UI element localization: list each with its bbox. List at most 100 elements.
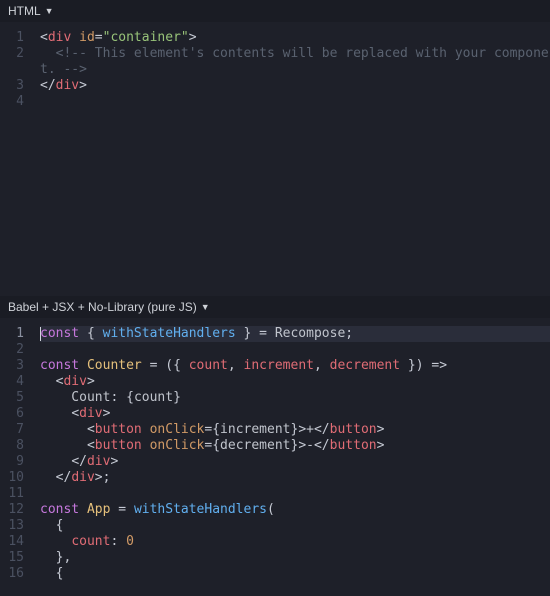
code-content[interactable]: const Counter = ({ count, increment, dec… <box>40 358 550 374</box>
code-token <box>400 358 408 373</box>
code-token: { <box>212 422 220 437</box>
code-token: div <box>63 374 86 389</box>
code-token: > <box>189 30 197 45</box>
code-line[interactable]: 4 <box>0 94 550 110</box>
code-content[interactable]: </div> <box>40 78 550 94</box>
line-number: 3 <box>0 78 40 94</box>
code-line[interactable]: 7 <button onClick={increment}>+</button> <box>0 422 550 438</box>
code-content[interactable]: const App = withStateHandlers( <box>40 502 550 518</box>
code-token <box>40 454 71 469</box>
code-line[interactable]: 12const App = withStateHandlers( <box>0 502 550 518</box>
code-token <box>40 46 56 61</box>
code-token: > <box>110 454 118 469</box>
js-panel: Babel + JSX + No-Library (pure JS) ▼ 1co… <box>0 296 550 594</box>
code-token: const <box>40 326 79 341</box>
line-number: 12 <box>0 502 40 518</box>
code-content[interactable]: </div>; <box>40 470 550 486</box>
js-panel-header[interactable]: Babel + JSX + No-Library (pure JS) ▼ <box>0 296 550 318</box>
code-content[interactable]: <button onClick={decrement}>-</button> <box>40 438 550 454</box>
code-token: increment <box>244 358 314 373</box>
html-panel: HTML ▼ 1<div id="container">2 <!-- This … <box>0 0 550 296</box>
code-token <box>40 406 71 421</box>
code-token: { <box>87 326 95 341</box>
code-token: - <box>306 438 314 453</box>
code-token: = <box>95 30 103 45</box>
code-line[interactable]: 2 <box>0 342 550 358</box>
code-line[interactable]: 9 </div> <box>0 454 550 470</box>
code-token <box>40 422 87 437</box>
line-number: 9 <box>0 454 40 470</box>
code-line[interactable]: 13 { <box>0 518 550 534</box>
code-content[interactable]: { <box>40 518 550 534</box>
code-line[interactable]: 6 <div> <box>0 406 550 422</box>
code-line[interactable]: 4 <div> <box>0 374 550 390</box>
code-token <box>126 502 134 517</box>
code-content[interactable]: Count: {count} <box>40 390 550 406</box>
code-token: count <box>189 358 228 373</box>
code-token <box>79 358 87 373</box>
code-content[interactable]: <!-- This element's contents will be rep… <box>40 46 550 62</box>
code-token: { <box>212 438 220 453</box>
code-token: { <box>56 566 64 581</box>
js-editor[interactable]: 1const { withStateHandlers } = Recompose… <box>0 318 550 594</box>
code-content[interactable]: <div> <box>40 406 550 422</box>
code-content[interactable]: t. --> <box>40 62 550 78</box>
code-token <box>251 326 259 341</box>
code-token: </ <box>40 78 56 93</box>
code-content[interactable]: <div> <box>40 374 550 390</box>
code-line[interactable]: 11 <box>0 486 550 502</box>
code-line[interactable]: 15 }, <box>0 550 550 566</box>
html-panel-header[interactable]: HTML ▼ <box>0 0 550 22</box>
code-token: ; <box>345 326 353 341</box>
code-content[interactable]: <div id="container"> <box>40 30 550 46</box>
code-token: < <box>71 406 79 421</box>
code-line[interactable]: 16 { <box>0 566 550 582</box>
line-number: 2 <box>0 46 40 62</box>
code-line[interactable]: 2 <!-- This element's contents will be r… <box>0 46 550 62</box>
code-token: button <box>330 422 377 437</box>
code-line[interactable]: 14 count: 0 <box>0 534 550 550</box>
code-content[interactable]: { <box>40 566 550 582</box>
code-line[interactable]: 3</div> <box>0 78 550 94</box>
code-token: div <box>71 470 94 485</box>
code-line[interactable]: 8 <button onClick={decrement}>-</button> <box>0 438 550 454</box>
code-line[interactable]: 10 </div>; <box>0 470 550 486</box>
code-content[interactable]: count: 0 <box>40 534 550 550</box>
code-token <box>40 566 56 581</box>
code-line[interactable]: 3const Counter = ({ count, increment, de… <box>0 358 550 374</box>
code-token <box>40 518 56 533</box>
code-token: div <box>87 454 110 469</box>
code-token: Count <box>40 390 110 405</box>
code-token: div <box>56 78 79 93</box>
code-content[interactable]: }, <box>40 550 550 566</box>
code-token <box>79 502 87 517</box>
code-content[interactable] <box>40 342 550 358</box>
code-line[interactable]: 5 Count: {count} <box>0 390 550 406</box>
code-content[interactable]: </div> <box>40 454 550 470</box>
code-line[interactable]: t. --> <box>0 62 550 78</box>
code-content[interactable]: const { withStateHandlers } = Recompose; <box>40 326 550 342</box>
code-line[interactable]: 1<div id="container"> <box>0 30 550 46</box>
html-editor[interactable]: 1<div id="container">2 <!-- This element… <box>0 22 550 294</box>
code-token: </ <box>314 422 330 437</box>
code-content[interactable]: <button onClick={increment}>+</button> <box>40 422 550 438</box>
line-number: 10 <box>0 470 40 486</box>
code-token: }, <box>56 550 72 565</box>
line-number: 16 <box>0 566 40 582</box>
code-token: = <box>259 326 267 341</box>
code-content[interactable] <box>40 486 550 502</box>
code-token: </ <box>71 454 87 469</box>
code-token: < <box>87 438 95 453</box>
code-token: 0 <box>126 534 134 549</box>
code-token <box>79 326 87 341</box>
code-token: button <box>95 438 142 453</box>
code-token: increment <box>220 422 290 437</box>
line-number: 8 <box>0 438 40 454</box>
code-line[interactable]: 1const { withStateHandlers } = Recompose… <box>0 326 550 342</box>
code-token: div <box>48 30 71 45</box>
code-token <box>142 422 150 437</box>
code-content[interactable] <box>40 94 550 110</box>
code-token <box>71 30 79 45</box>
chevron-down-icon: ▼ <box>201 302 210 312</box>
code-token: onClick <box>150 438 205 453</box>
